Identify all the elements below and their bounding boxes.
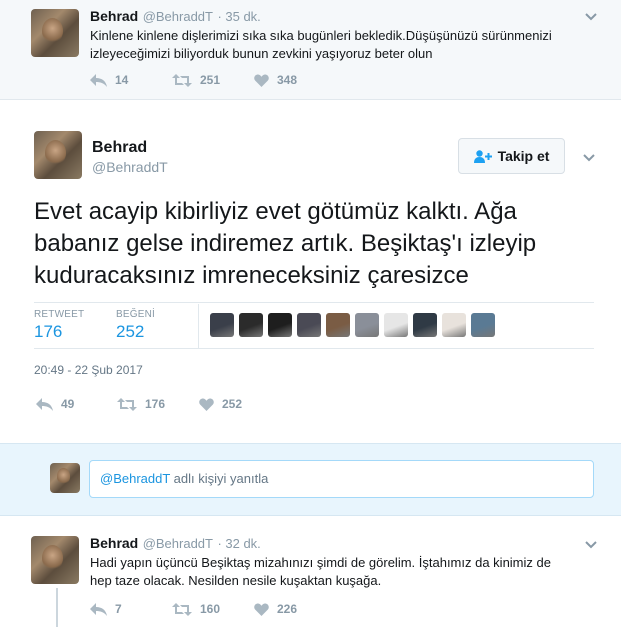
add-user-icon xyxy=(473,149,492,163)
chevron-down-icon[interactable] xyxy=(585,537,597,549)
tweet-text: Hadi yapın üçüncü Beşiktaş mizahınızı şi… xyxy=(90,554,551,590)
like-action[interactable]: 226 xyxy=(254,602,297,616)
user-avatar[interactable] xyxy=(31,9,79,57)
reply-action[interactable]: 49 xyxy=(36,397,74,411)
tweet-text-line: Kinlene kinlene dişlerimizi sıka sıka bu… xyxy=(90,28,552,43)
tweet-text-line: hep taze olacak. Nesilden nesile kuşakta… xyxy=(90,573,382,588)
liker-avatar[interactable] xyxy=(268,313,292,337)
user-name[interactable]: Behrad xyxy=(90,8,138,24)
user-avatar[interactable] xyxy=(31,536,79,584)
retweet-icon xyxy=(117,397,137,411)
like-action[interactable]: 348 xyxy=(254,73,297,87)
reply-action[interactable]: 14 xyxy=(90,73,128,87)
liker-avatar[interactable] xyxy=(384,313,408,337)
tweet-timestamp[interactable]: 20:49 - 22 Şub 2017 xyxy=(34,363,143,377)
tweet-text-line: izleyeceğimizi biliyorduk bunun zevkini … xyxy=(90,46,433,61)
like-action[interactable]: 252 xyxy=(199,397,242,411)
reply-count: 14 xyxy=(115,73,129,87)
reply-icon xyxy=(90,73,107,87)
retweet-action[interactable]: 160 xyxy=(172,602,220,616)
like-count: 252 xyxy=(222,397,243,411)
chevron-down-icon[interactable] xyxy=(585,9,597,21)
like-count: 348 xyxy=(277,73,298,87)
retweet-action[interactable]: 251 xyxy=(172,73,220,87)
divider xyxy=(34,348,594,349)
reply-mention: @BehraddT xyxy=(100,471,171,486)
top-tweet[interactable]: Behrad @BehraddT · 35 dk. Kinlene kinlen… xyxy=(0,0,621,100)
retweet-count: 251 xyxy=(200,73,221,87)
liker-avatar[interactable] xyxy=(210,313,234,337)
user-name[interactable]: Behrad xyxy=(92,139,147,157)
user-avatar[interactable] xyxy=(34,131,82,179)
reply-action[interactable]: 7 xyxy=(90,602,122,616)
retweet-count: 176 xyxy=(145,397,166,411)
heart-icon xyxy=(254,74,269,87)
user-handle[interactable]: @BehraddT xyxy=(143,536,213,551)
heart-icon xyxy=(199,398,214,411)
like-stat-count[interactable]: 252 xyxy=(116,322,144,342)
reply-count: 7 xyxy=(115,602,122,616)
liker-avatar[interactable] xyxy=(297,313,321,337)
retweet-count: 160 xyxy=(200,602,221,616)
divider xyxy=(34,302,594,303)
retweet-icon xyxy=(172,73,192,87)
retweet-stat-count[interactable]: 176 xyxy=(34,322,62,342)
reply-icon xyxy=(90,602,107,616)
liker-avatar[interactable] xyxy=(355,313,379,337)
follow-label: Takip et xyxy=(497,148,550,164)
heart-icon xyxy=(254,603,269,616)
reply-count: 49 xyxy=(61,397,75,411)
liker-avatar[interactable] xyxy=(326,313,350,337)
user-handle[interactable]: @BehraddT xyxy=(92,159,168,175)
liker-avatar[interactable] xyxy=(471,313,495,337)
thread-line xyxy=(56,588,58,627)
reply-icon xyxy=(36,397,53,411)
liker-avatar[interactable] xyxy=(239,313,263,337)
tweet-text: Kinlene kinlene dişlerimizi sıka sıka bu… xyxy=(90,27,552,63)
tweet-text-line: Hadi yapın üçüncü Beşiktaş mizahınızı şi… xyxy=(90,555,551,570)
reply-placeholder: adlı kişiyi yanıtla xyxy=(170,471,269,486)
reply-input[interactable]: @BehraddT adlı kişiyi yanıtla xyxy=(89,460,594,498)
chevron-down-icon[interactable] xyxy=(583,150,595,162)
bottom-tweet[interactable]: Behrad @BehraddT · 32 dk. Hadi yapın üçü… xyxy=(0,524,621,627)
tweet-text: Evet acayip kibirliyiz evet götümüz kalk… xyxy=(34,198,537,289)
user-name[interactable]: Behrad xyxy=(90,535,138,551)
tweet-time[interactable]: · 35 dk. xyxy=(217,9,260,24)
liker-avatar[interactable] xyxy=(442,313,466,337)
retweet-stat-label: RETWEET xyxy=(34,309,85,320)
liker-avatar[interactable] xyxy=(413,313,437,337)
likers-avatars xyxy=(210,313,495,337)
tweet-time[interactable]: · 32 dk. xyxy=(217,536,260,551)
divider xyxy=(198,304,199,348)
retweet-action[interactable]: 176 xyxy=(117,397,165,411)
like-count: 226 xyxy=(277,602,298,616)
like-stat-label: BEĞENİ xyxy=(116,309,155,320)
retweet-icon xyxy=(172,602,192,616)
follow-button[interactable]: Takip et xyxy=(458,138,565,174)
user-handle[interactable]: @BehraddT xyxy=(143,9,213,24)
current-user-avatar xyxy=(50,463,80,493)
